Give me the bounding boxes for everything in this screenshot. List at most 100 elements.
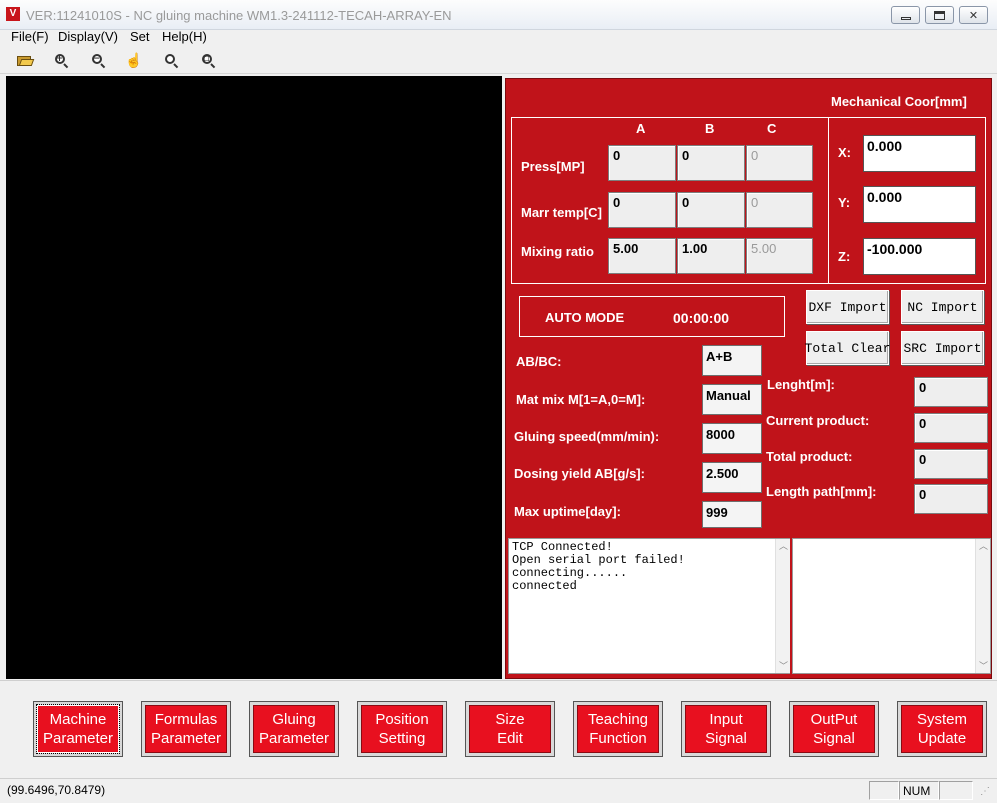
max-uptime-field[interactable]: 999	[702, 501, 762, 528]
matmix-label: Mat mix M[1=A,0=M]:	[516, 392, 646, 407]
temp-label: Marr temp[C]	[521, 205, 602, 220]
max-uptime-label: Max uptime[day]:	[514, 504, 621, 519]
toolbar	[0, 48, 997, 74]
nav-label: Input	[709, 711, 743, 728]
minimize-icon	[900, 16, 911, 20]
zoom-out-button[interactable]: −	[87, 50, 109, 70]
nav-size-edit[interactable]: Size Edit	[465, 701, 555, 757]
app-logo-icon: V	[6, 7, 20, 21]
zoom-fit-icon	[164, 53, 178, 68]
open-file-button[interactable]	[14, 50, 36, 70]
nav-label: Gluing	[272, 711, 316, 728]
nav-label: Machine	[49, 711, 107, 728]
ratio-b-value: 1.00	[677, 238, 745, 274]
secondary-log[interactable]	[792, 538, 991, 674]
length-value: 0	[914, 377, 988, 407]
status-pane-scroll	[939, 781, 973, 800]
window-title: VER:11241010S - NC gluing machine WM1.3-…	[26, 8, 452, 23]
scroll-up-icon: ︿	[978, 541, 988, 551]
pan-button[interactable]: ☝	[123, 50, 145, 70]
nc-import-button[interactable]: NC Import	[901, 290, 984, 324]
close-button[interactable]: ✕	[959, 6, 988, 24]
message-log[interactable]: TCP Connected! Open serial port failed! …	[508, 538, 790, 674]
temp-b-value: 0	[677, 192, 745, 228]
open-folder-icon	[17, 54, 35, 66]
menu-file[interactable]: File(F)	[11, 29, 49, 45]
nav-label: Size	[495, 711, 525, 728]
x-label: X:	[838, 145, 851, 160]
nav-label: Parameter	[42, 730, 114, 747]
column-a-header: A	[636, 121, 646, 136]
nav-label: Formulas	[154, 711, 218, 728]
current-product-label: Current product:	[766, 413, 870, 428]
y-coordinate-field: 0.000	[863, 186, 976, 223]
dxf-import-button[interactable]: DXF Import	[806, 290, 889, 324]
nav-machine-parameter[interactable]: Machine Parameter	[33, 701, 123, 757]
z-label: Z:	[838, 249, 851, 264]
nav-label: Signal	[813, 730, 855, 747]
nav-label: Parameter	[150, 730, 222, 747]
nav-formulas-parameter[interactable]: Formulas Parameter	[141, 701, 231, 757]
scroll-down-icon: ﹀	[978, 661, 988, 671]
status-num-indicator: NUM	[899, 781, 939, 800]
minimize-button[interactable]	[891, 6, 920, 24]
ratio-label: Mixing ratio	[521, 244, 594, 259]
message-log-scrollbar[interactable]: ︿ ﹀	[775, 539, 790, 673]
close-icon: ✕	[968, 9, 979, 22]
y-label: Y:	[838, 195, 851, 210]
gluing-speed-field[interactable]: 8000	[702, 423, 762, 454]
dosing-yield-label: Dosing yield AB[g/s]:	[514, 466, 645, 481]
maximize-icon	[934, 10, 945, 20]
abbc-label: AB/BC:	[516, 354, 562, 369]
nav-output-signal[interactable]: OutPut Signal	[789, 701, 879, 757]
temp-c-value: 0	[746, 192, 813, 228]
column-c-header: C	[767, 121, 777, 136]
current-product-value: 0	[914, 413, 988, 443]
nav-label: Update	[917, 730, 967, 747]
gluing-speed-label: Gluing speed(mm/min):	[514, 429, 660, 444]
abbc-field[interactable]: A+B	[702, 345, 762, 376]
ratio-c-value: 5.00	[746, 238, 813, 274]
nav-label: System	[916, 711, 967, 728]
nav-label: Position	[375, 711, 429, 728]
nav-input-signal[interactable]: Input Signal	[681, 701, 771, 757]
zoom-in-button[interactable]: +	[50, 50, 72, 70]
pan-hand-icon: ☝	[125, 51, 143, 68]
dosing-yield-field[interactable]: 2.500	[702, 462, 762, 493]
menu-set[interactable]: Set	[130, 29, 150, 45]
secondary-log-scrollbar[interactable]: ︿ ﹀	[975, 539, 990, 673]
resize-grip-icon[interactable]: ⋰	[980, 786, 990, 797]
zoom-out-icon: −	[91, 53, 105, 68]
zoom-window-icon: ▫	[201, 53, 215, 68]
column-b-header: B	[705, 121, 715, 136]
nav-teaching-function[interactable]: Teaching Function	[573, 701, 663, 757]
cursor-coordinates: (99.6496,70.8479)	[7, 783, 106, 797]
total-product-value: 0	[914, 449, 988, 479]
zoom-in-icon: +	[54, 53, 68, 68]
total-clear-button[interactable]: Total Clear	[805, 331, 890, 365]
ratio-a-value: 5.00	[608, 238, 676, 274]
nav-label: Teaching	[587, 711, 649, 728]
zoom-window-button[interactable]: ▫	[197, 50, 219, 70]
nav-label: Edit	[497, 730, 523, 747]
press-a-value: 0	[608, 145, 676, 181]
nav-system-update[interactable]: System Update	[897, 701, 987, 757]
nav-position-setting[interactable]: Position Setting	[357, 701, 447, 757]
run-timer: 00:00:00	[673, 310, 730, 326]
src-import-button[interactable]: SRC Import	[901, 331, 984, 365]
length-label: Lenght[m]:	[767, 377, 835, 392]
nav-label: Setting	[378, 730, 426, 747]
maximize-button[interactable]	[925, 6, 954, 24]
nav-gluing-parameter[interactable]: Gluing Parameter	[249, 701, 339, 757]
scroll-down-icon: ﹀	[778, 661, 788, 671]
matmix-field[interactable]: Manual	[702, 384, 762, 415]
menu-display[interactable]: Display(V)	[58, 29, 118, 45]
menu-help[interactable]: Help(H)	[162, 29, 207, 45]
press-label: Press[MP]	[521, 159, 585, 174]
drawing-canvas[interactable]	[6, 76, 502, 679]
nav-label: OutPut	[810, 711, 858, 728]
mode-label: AUTO MODE	[545, 310, 625, 325]
status-bar	[0, 778, 997, 803]
x-coordinate-field: 0.000	[863, 135, 976, 172]
zoom-fit-button[interactable]	[160, 50, 182, 70]
